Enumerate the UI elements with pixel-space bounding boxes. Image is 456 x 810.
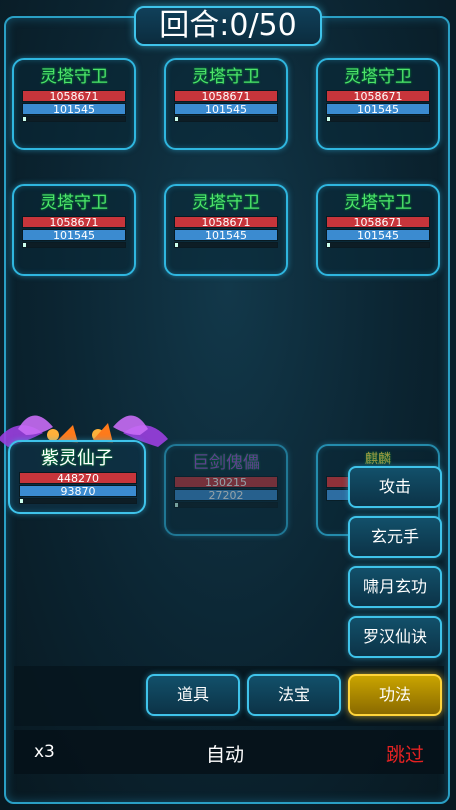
hp-bar: 1058671 xyxy=(22,216,126,229)
tab-items[interactable]: 道具 xyxy=(146,674,240,716)
round-counter: 回合:0/50 xyxy=(134,6,322,46)
skip-button[interactable]: 跳过 xyxy=(386,740,424,767)
enemy-card[interactable]: 灵塔守卫 1058671 101545 xyxy=(12,58,136,150)
hp-bar: 130215 xyxy=(174,476,278,489)
energy-bar xyxy=(22,242,126,248)
mp-bar: 101545 xyxy=(326,229,430,242)
enemy-card[interactable]: 灵塔守卫 1058671 101545 xyxy=(164,58,288,150)
energy-bar xyxy=(174,242,278,248)
ally-card-puppet[interactable]: 巨剑傀儡 130215 27202 xyxy=(164,444,288,536)
speed-toggle[interactable]: x3 xyxy=(34,742,55,762)
tab-treasure[interactable]: 法宝 xyxy=(247,674,341,716)
hp-bar: 1058671 xyxy=(22,90,126,103)
mp-bar: 101545 xyxy=(326,103,430,116)
ally-card-player[interactable]: 紫灵仙子 448270 93870 xyxy=(8,440,146,514)
energy-bar xyxy=(19,498,137,504)
tab-skills[interactable]: 功法 xyxy=(348,674,442,716)
mp-bar: 27202 xyxy=(174,489,278,502)
mp-bar: 101545 xyxy=(174,229,278,242)
enemy-name: 灵塔守卫 xyxy=(344,67,412,87)
enemy-name: 灵塔守卫 xyxy=(40,193,108,213)
hp-bar: 448270 xyxy=(19,472,137,485)
skill-xuanyuan-button[interactable]: 玄元手 xyxy=(348,516,442,558)
enemy-card[interactable]: 灵塔守卫 1058671 101545 xyxy=(164,184,288,276)
skill-luohan-button[interactable]: 罗汉仙诀 xyxy=(348,616,442,658)
mp-bar: 101545 xyxy=(22,103,126,116)
enemy-name: 灵塔守卫 xyxy=(192,67,260,87)
enemy-name: 灵塔守卫 xyxy=(40,67,108,87)
mp-bar: 93870 xyxy=(19,485,137,498)
mp-bar: 101545 xyxy=(22,229,126,242)
auto-battle-button[interactable]: 自动 xyxy=(206,740,244,767)
hp-bar: 1058671 xyxy=(326,90,430,103)
hp-bar: 1058671 xyxy=(174,216,278,229)
energy-bar xyxy=(174,116,278,122)
ally-name: 紫灵仙子 xyxy=(41,448,113,469)
enemy-card[interactable]: 灵塔守卫 1058671 101545 xyxy=(316,58,440,150)
ally-name: 巨剑傀儡 xyxy=(192,453,260,473)
hp-bar: 1058671 xyxy=(174,90,278,103)
energy-bar xyxy=(22,116,126,122)
enemy-name: 灵塔守卫 xyxy=(344,193,412,213)
mp-bar: 101545 xyxy=(174,103,278,116)
battle-stage: 回合:0/50 灵塔守卫 1058671 101545 灵塔守卫 1058671… xyxy=(0,0,456,810)
enemy-card[interactable]: 灵塔守卫 1058671 101545 xyxy=(12,184,136,276)
energy-bar xyxy=(174,502,278,508)
enemy-card[interactable]: 灵塔守卫 1058671 101545 xyxy=(316,184,440,276)
skill-xiaoyue-button[interactable]: 啸月玄功 xyxy=(348,566,442,608)
energy-bar xyxy=(326,242,430,248)
enemy-name: 灵塔守卫 xyxy=(192,193,260,213)
skill-attack-button[interactable]: 攻击 xyxy=(348,466,442,508)
ally-name: 麒麟 xyxy=(364,452,391,467)
hp-bar: 1058671 xyxy=(326,216,430,229)
energy-bar xyxy=(326,116,430,122)
